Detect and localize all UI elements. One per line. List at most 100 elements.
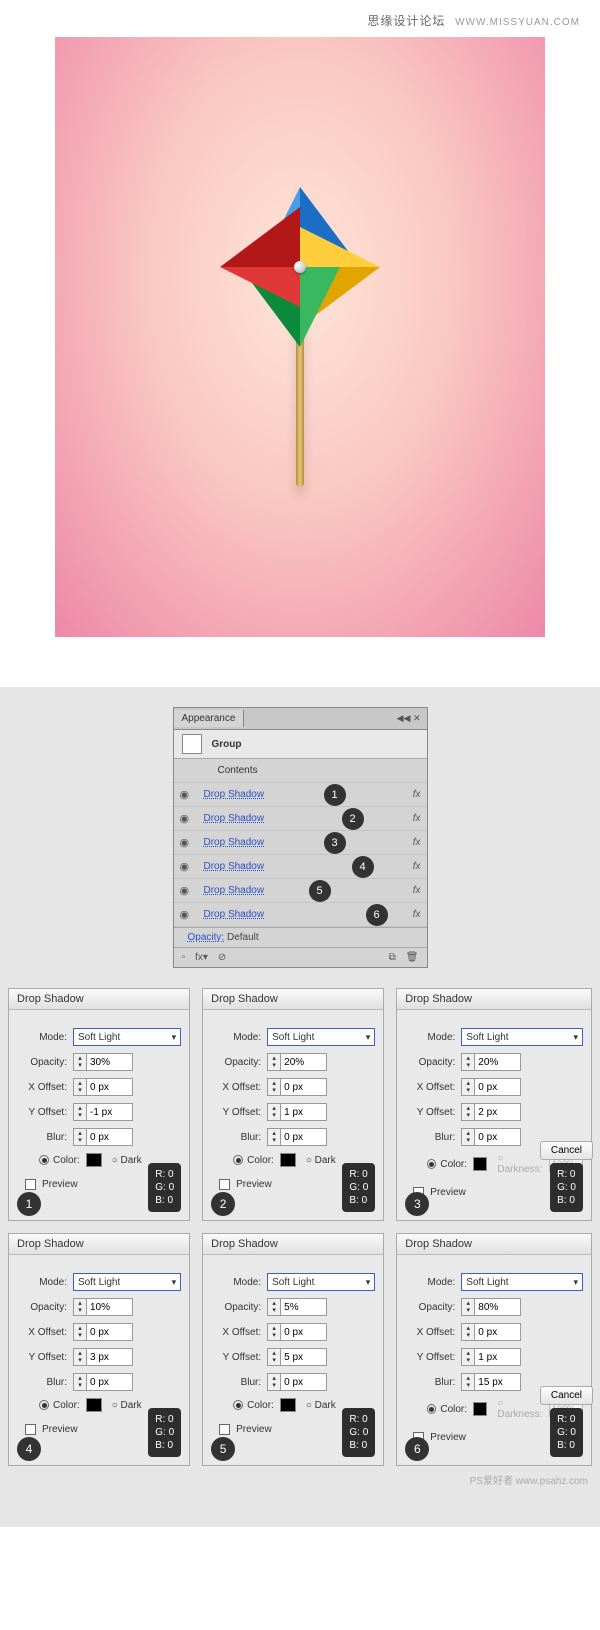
preview-checkbox[interactable]: [25, 1424, 36, 1435]
blur-input[interactable]: [87, 1373, 133, 1391]
cancel-button[interactable]: Cancel: [540, 1141, 593, 1160]
opacity-input[interactable]: [475, 1053, 521, 1071]
darkness-radio[interactable]: ○ Dark: [306, 1155, 336, 1166]
blur-stepper[interactable]: ▴▾: [461, 1373, 475, 1391]
blur-input[interactable]: [281, 1373, 327, 1391]
effect-link[interactable]: Drop Shadow: [204, 885, 265, 896]
opacity-input[interactable]: [281, 1053, 327, 1071]
new-item-icon[interactable]: ▫: [182, 952, 186, 963]
color-swatch[interactable]: [280, 1398, 296, 1412]
duplicate-icon[interactable]: ⧉: [389, 952, 396, 963]
effect-row[interactable]: ◉Drop Shadow4fx: [174, 855, 427, 879]
color-radio[interactable]: [39, 1155, 49, 1165]
darkness-radio[interactable]: ○ Dark: [306, 1400, 336, 1411]
mode-select[interactable]: Soft Light: [73, 1273, 181, 1291]
y-offset-input[interactable]: [475, 1348, 521, 1366]
trash-icon[interactable]: 🗑: [406, 952, 419, 963]
darkness-radio[interactable]: ○ Dark: [112, 1400, 142, 1411]
color-swatch[interactable]: [280, 1153, 296, 1167]
y-offset-stepper[interactable]: ▴▾: [461, 1103, 475, 1121]
fx-indicator[interactable]: fx: [413, 837, 421, 848]
fx-menu-icon[interactable]: fx▾: [195, 952, 208, 963]
x-offset-input[interactable]: [87, 1323, 133, 1341]
mode-select[interactable]: Soft Light: [267, 1028, 375, 1046]
blur-stepper[interactable]: ▴▾: [267, 1373, 281, 1391]
visibility-toggle-icon[interactable]: ◉: [180, 908, 196, 921]
blur-input[interactable]: [87, 1128, 133, 1146]
preview-checkbox[interactable]: [25, 1179, 36, 1190]
x-offset-input[interactable]: [475, 1078, 521, 1096]
x-offset-input[interactable]: [475, 1323, 521, 1341]
opacity-input[interactable]: [87, 1298, 133, 1316]
visibility-toggle-icon[interactable]: ◉: [180, 788, 196, 801]
color-swatch[interactable]: [473, 1157, 487, 1171]
x-offset-input[interactable]: [281, 1078, 327, 1096]
x-offset-stepper[interactable]: ▴▾: [267, 1078, 281, 1096]
effect-row[interactable]: ◉Drop Shadow1fx: [174, 783, 427, 807]
mode-select[interactable]: Soft Light: [461, 1028, 583, 1046]
y-offset-input[interactable]: [281, 1103, 327, 1121]
effect-link[interactable]: Drop Shadow: [204, 909, 265, 920]
y-offset-input[interactable]: [475, 1103, 521, 1121]
x-offset-stepper[interactable]: ▴▾: [461, 1323, 475, 1341]
color-swatch[interactable]: [86, 1398, 102, 1412]
fx-indicator[interactable]: fx: [413, 789, 421, 800]
y-offset-stepper[interactable]: ▴▾: [73, 1103, 87, 1121]
clear-icon[interactable]: ⊘: [218, 952, 226, 963]
y-offset-stepper[interactable]: ▴▾: [267, 1103, 281, 1121]
group-thumbnail[interactable]: [182, 734, 202, 754]
x-offset-stepper[interactable]: ▴▾: [73, 1323, 87, 1341]
color-radio[interactable]: [427, 1404, 436, 1414]
cancel-button[interactable]: Cancel: [540, 1386, 593, 1405]
effect-row[interactable]: ◉Drop Shadow5fx: [174, 879, 427, 903]
darkness-radio[interactable]: ○ Dark: [112, 1155, 142, 1166]
blur-stepper[interactable]: ▴▾: [461, 1128, 475, 1146]
effect-row[interactable]: ◉Drop Shadow6fx: [174, 903, 427, 927]
opacity-stepper[interactable]: ▴▾: [461, 1053, 475, 1071]
blur-input[interactable]: [475, 1373, 521, 1391]
panel-menu-icon[interactable]: ◀◀ ✕: [391, 713, 427, 724]
x-offset-stepper[interactable]: ▴▾: [267, 1323, 281, 1341]
visibility-toggle-icon[interactable]: ◉: [180, 884, 196, 897]
contents-row[interactable]: Contents: [174, 759, 427, 783]
y-offset-stepper[interactable]: ▴▾: [461, 1348, 475, 1366]
tab-appearance[interactable]: Appearance: [174, 710, 245, 727]
effect-link[interactable]: Drop Shadow: [204, 813, 265, 824]
effect-row[interactable]: ◉Drop Shadow2fx: [174, 807, 427, 831]
visibility-toggle-icon[interactable]: ◉: [180, 836, 196, 849]
opacity-input[interactable]: [475, 1298, 521, 1316]
darkness-radio[interactable]: ○ Darkness:: [497, 1398, 545, 1420]
color-radio[interactable]: [233, 1400, 243, 1410]
blur-stepper[interactable]: ▴▾: [73, 1128, 87, 1146]
preview-checkbox[interactable]: [219, 1179, 230, 1190]
y-offset-input[interactable]: [281, 1348, 327, 1366]
opacity-stepper[interactable]: ▴▾: [461, 1298, 475, 1316]
effect-link[interactable]: Drop Shadow: [204, 789, 265, 800]
darkness-radio[interactable]: ○ Darkness:: [497, 1153, 545, 1175]
opacity-stepper[interactable]: ▴▾: [267, 1298, 281, 1316]
x-offset-stepper[interactable]: ▴▾: [461, 1078, 475, 1096]
color-radio[interactable]: [39, 1400, 49, 1410]
fx-indicator[interactable]: fx: [413, 885, 421, 896]
mode-select[interactable]: Soft Light: [267, 1273, 375, 1291]
opacity-stepper[interactable]: ▴▾: [73, 1053, 87, 1071]
fx-indicator[interactable]: fx: [413, 861, 421, 872]
mode-select[interactable]: Soft Light: [461, 1273, 583, 1291]
blur-input[interactable]: [281, 1128, 327, 1146]
color-radio[interactable]: [233, 1155, 243, 1165]
y-offset-stepper[interactable]: ▴▾: [267, 1348, 281, 1366]
effect-link[interactable]: Drop Shadow: [204, 861, 265, 872]
opacity-row[interactable]: Opacity: Default: [174, 927, 427, 947]
opacity-stepper[interactable]: ▴▾: [73, 1298, 87, 1316]
x-offset-stepper[interactable]: ▴▾: [73, 1078, 87, 1096]
color-swatch[interactable]: [473, 1402, 487, 1416]
visibility-toggle-icon[interactable]: ◉: [180, 860, 196, 873]
y-offset-stepper[interactable]: ▴▾: [73, 1348, 87, 1366]
y-offset-input[interactable]: [87, 1348, 133, 1366]
effect-row[interactable]: ◉Drop Shadow3fx: [174, 831, 427, 855]
blur-stepper[interactable]: ▴▾: [267, 1128, 281, 1146]
blur-input[interactable]: [475, 1128, 521, 1146]
x-offset-input[interactable]: [87, 1078, 133, 1096]
y-offset-input[interactable]: [87, 1103, 133, 1121]
blur-stepper[interactable]: ▴▾: [73, 1373, 87, 1391]
